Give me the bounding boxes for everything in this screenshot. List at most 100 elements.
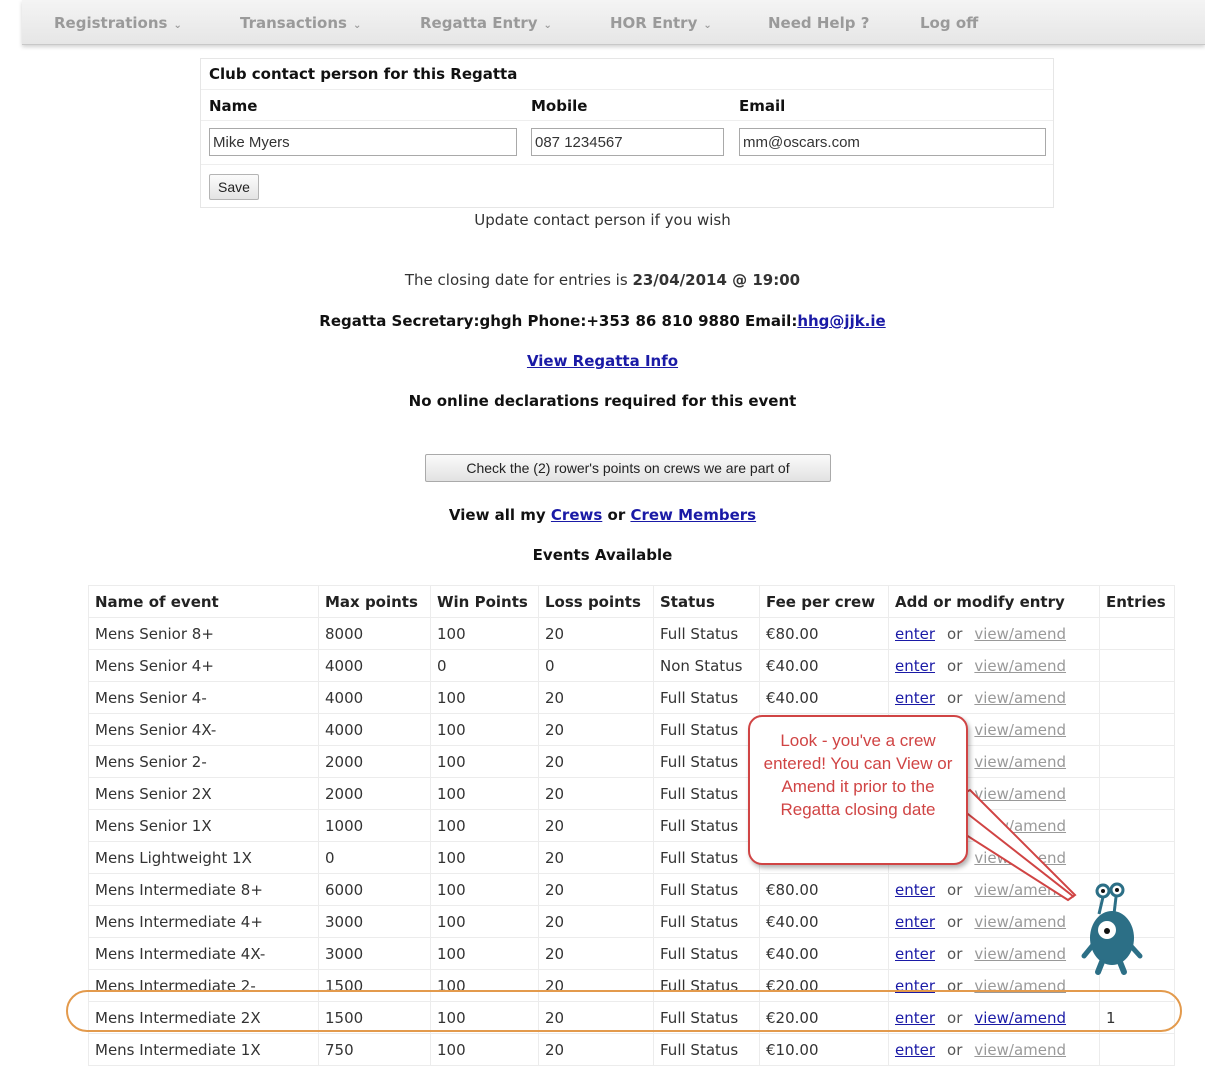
secretary-email-link[interactable]: hhg@jjk.ie bbox=[797, 312, 885, 330]
check-points-button[interactable]: Check the (2) rower's points on crews we… bbox=[425, 454, 831, 482]
view-amend-link: view/amend bbox=[974, 816, 1067, 835]
view-amend-link: view/amend bbox=[974, 848, 1067, 867]
enter-link[interactable]: enter bbox=[895, 1041, 935, 1059]
enter-link[interactable]: enter bbox=[895, 913, 935, 931]
table-row: Mens Senior 8+ 8000 100 20 Full Status €80.00… bbox=[88, 617, 1175, 650]
view-amend-link: view/amend bbox=[974, 752, 1067, 771]
save-button[interactable]: Save bbox=[209, 174, 259, 200]
or-separator: or bbox=[947, 656, 963, 675]
event-name-cell: Mens Senior 2- bbox=[88, 745, 319, 778]
crews-link[interactable]: Crews bbox=[551, 506, 602, 524]
loss-points-cell: 20 bbox=[538, 777, 654, 810]
max-points-cell: 3000 bbox=[318, 905, 431, 938]
win-points-cell: 100 bbox=[430, 809, 539, 842]
entry-actions-cell: enteror view/amend bbox=[888, 617, 1100, 650]
chevron-down-icon: ⌄ bbox=[703, 20, 712, 31]
fee-cell: €80.00 bbox=[759, 617, 889, 650]
contact-email-input[interactable] bbox=[739, 128, 1046, 156]
contact-name-input[interactable] bbox=[209, 128, 517, 156]
entries-cell bbox=[1099, 713, 1175, 746]
max-points-cell: 0 bbox=[318, 841, 431, 874]
enter-link[interactable]: enter bbox=[895, 689, 935, 707]
win-points-cell: 100 bbox=[430, 745, 539, 778]
max-points-cell: 8000 bbox=[318, 617, 431, 650]
event-name-cell: Mens Senior 2X bbox=[88, 777, 319, 810]
view-amend-link: view/amend bbox=[974, 1040, 1067, 1059]
col-loss-points: Loss points bbox=[538, 585, 654, 618]
entries-cell bbox=[1099, 809, 1175, 842]
table-header-row: Name of event Max points Win Points Loss… bbox=[88, 585, 1175, 618]
table-row: Mens Intermediate 4+ 3000 100 20 Full Status… bbox=[88, 905, 1175, 938]
contact-mobile-input[interactable] bbox=[531, 128, 724, 156]
win-points-cell: 100 bbox=[430, 937, 539, 970]
status-cell: Full Status bbox=[653, 937, 760, 970]
event-name-cell: Mens Senior 4+ bbox=[88, 649, 319, 682]
event-name-cell: Mens Intermediate 8+ bbox=[88, 873, 319, 906]
col-entries: Entries bbox=[1099, 585, 1175, 618]
fee-cell: €40.00 bbox=[759, 681, 889, 714]
entry-actions-cell: enteror view/amend bbox=[888, 873, 1100, 906]
status-cell: Full Status bbox=[653, 681, 760, 714]
event-name-cell: Mens Intermediate 1X bbox=[88, 1033, 319, 1066]
entry-actions-cell: enteror view/amend bbox=[888, 905, 1100, 938]
table-row: Mens Senior 4X-400010020Full Status€40.0… bbox=[88, 713, 1175, 746]
loss-points-cell: 20 bbox=[538, 937, 654, 970]
nav-regatta-entry[interactable]: Regatta Entry ⌄ bbox=[420, 14, 552, 32]
enter-link[interactable]: enter bbox=[895, 625, 935, 643]
chevron-down-icon: ⌄ bbox=[173, 20, 182, 31]
panel-header-row bbox=[201, 89, 1053, 121]
secretary-text: Regatta Secretary:ghgh Phone:+353 86 810… bbox=[319, 312, 798, 330]
contact-panel-title: Club contact person for this Regatta bbox=[209, 65, 518, 83]
view-all-or: or bbox=[602, 506, 631, 524]
win-points-cell: 100 bbox=[430, 777, 539, 810]
status-cell: Full Status bbox=[653, 777, 760, 810]
entries-cell bbox=[1099, 905, 1175, 938]
table-row: Mens Intermediate 1X 750 100 20 Full Status €… bbox=[88, 1033, 1175, 1066]
nav-need-help[interactable]: Need Help ? bbox=[768, 14, 869, 32]
or-separator: or bbox=[947, 624, 963, 643]
loss-points-cell: 20 bbox=[538, 617, 654, 650]
col-name-of-event: Name of event bbox=[88, 585, 319, 618]
table-row: Mens Lightweight 1X010020Full Status€10.… bbox=[88, 841, 1175, 874]
or-separator: or bbox=[947, 688, 963, 707]
status-cell: Full Status bbox=[653, 745, 760, 778]
max-points-cell: 1000 bbox=[318, 809, 431, 842]
nav-hor-entry[interactable]: HOR Entry ⌄ bbox=[610, 14, 712, 32]
entry-actions-cell: enteror view/amend bbox=[888, 937, 1100, 970]
view-amend-link: view/amend bbox=[974, 944, 1067, 963]
enter-link[interactable]: enter bbox=[895, 657, 935, 675]
max-points-cell: 750 bbox=[318, 1033, 431, 1066]
event-name-cell: Mens Senior 4X- bbox=[88, 713, 319, 746]
enter-link[interactable]: enter bbox=[895, 945, 935, 963]
loss-points-cell: 20 bbox=[538, 809, 654, 842]
name-header: Name bbox=[209, 97, 258, 115]
status-cell: Full Status bbox=[653, 713, 760, 746]
chevron-down-icon: ⌄ bbox=[352, 20, 362, 31]
closing-date-label: The closing date for entries is bbox=[404, 271, 633, 289]
fee-cell: €80.00 bbox=[759, 873, 889, 906]
crew-members-link[interactable]: Crew Members bbox=[630, 506, 756, 524]
nav-log-off[interactable]: Log off bbox=[920, 14, 978, 32]
event-name-cell: Mens Senior 4- bbox=[88, 681, 319, 714]
fee-cell: €10.00 bbox=[759, 1033, 889, 1066]
win-points-cell: 100 bbox=[430, 841, 539, 874]
entries-cell bbox=[1099, 1033, 1175, 1066]
table-row: Mens Senior 2-200010020Full Status€20.00… bbox=[88, 745, 1175, 778]
event-name-cell: Mens Lightweight 1X bbox=[88, 841, 319, 874]
email-header: Email bbox=[739, 97, 786, 115]
nav-transactions[interactable]: Transactions ⌄ bbox=[240, 14, 361, 32]
view-all-prefix: View all my bbox=[448, 506, 551, 524]
event-name-cell: Mens Senior 1X bbox=[88, 809, 319, 842]
entry-actions-cell: enteror view/amend bbox=[888, 1033, 1100, 1066]
chevron-down-icon: ⌄ bbox=[543, 20, 552, 31]
view-amend-link: view/amend bbox=[974, 656, 1067, 675]
enter-link[interactable]: enter bbox=[895, 881, 935, 899]
callout-bubble: Look - you've a crew entered! You can Vi… bbox=[748, 715, 968, 865]
view-info-line: View Regatta Info bbox=[0, 352, 1205, 370]
status-cell: Full Status bbox=[653, 841, 760, 874]
nav-registrations[interactable]: Registrations ⌄ bbox=[54, 14, 182, 32]
loss-points-cell: 20 bbox=[538, 681, 654, 714]
col-add-modify-entry: Add or modify entry bbox=[888, 585, 1100, 618]
view-regatta-info-link[interactable]: View Regatta Info bbox=[527, 352, 678, 370]
fee-cell: €40.00 bbox=[759, 905, 889, 938]
